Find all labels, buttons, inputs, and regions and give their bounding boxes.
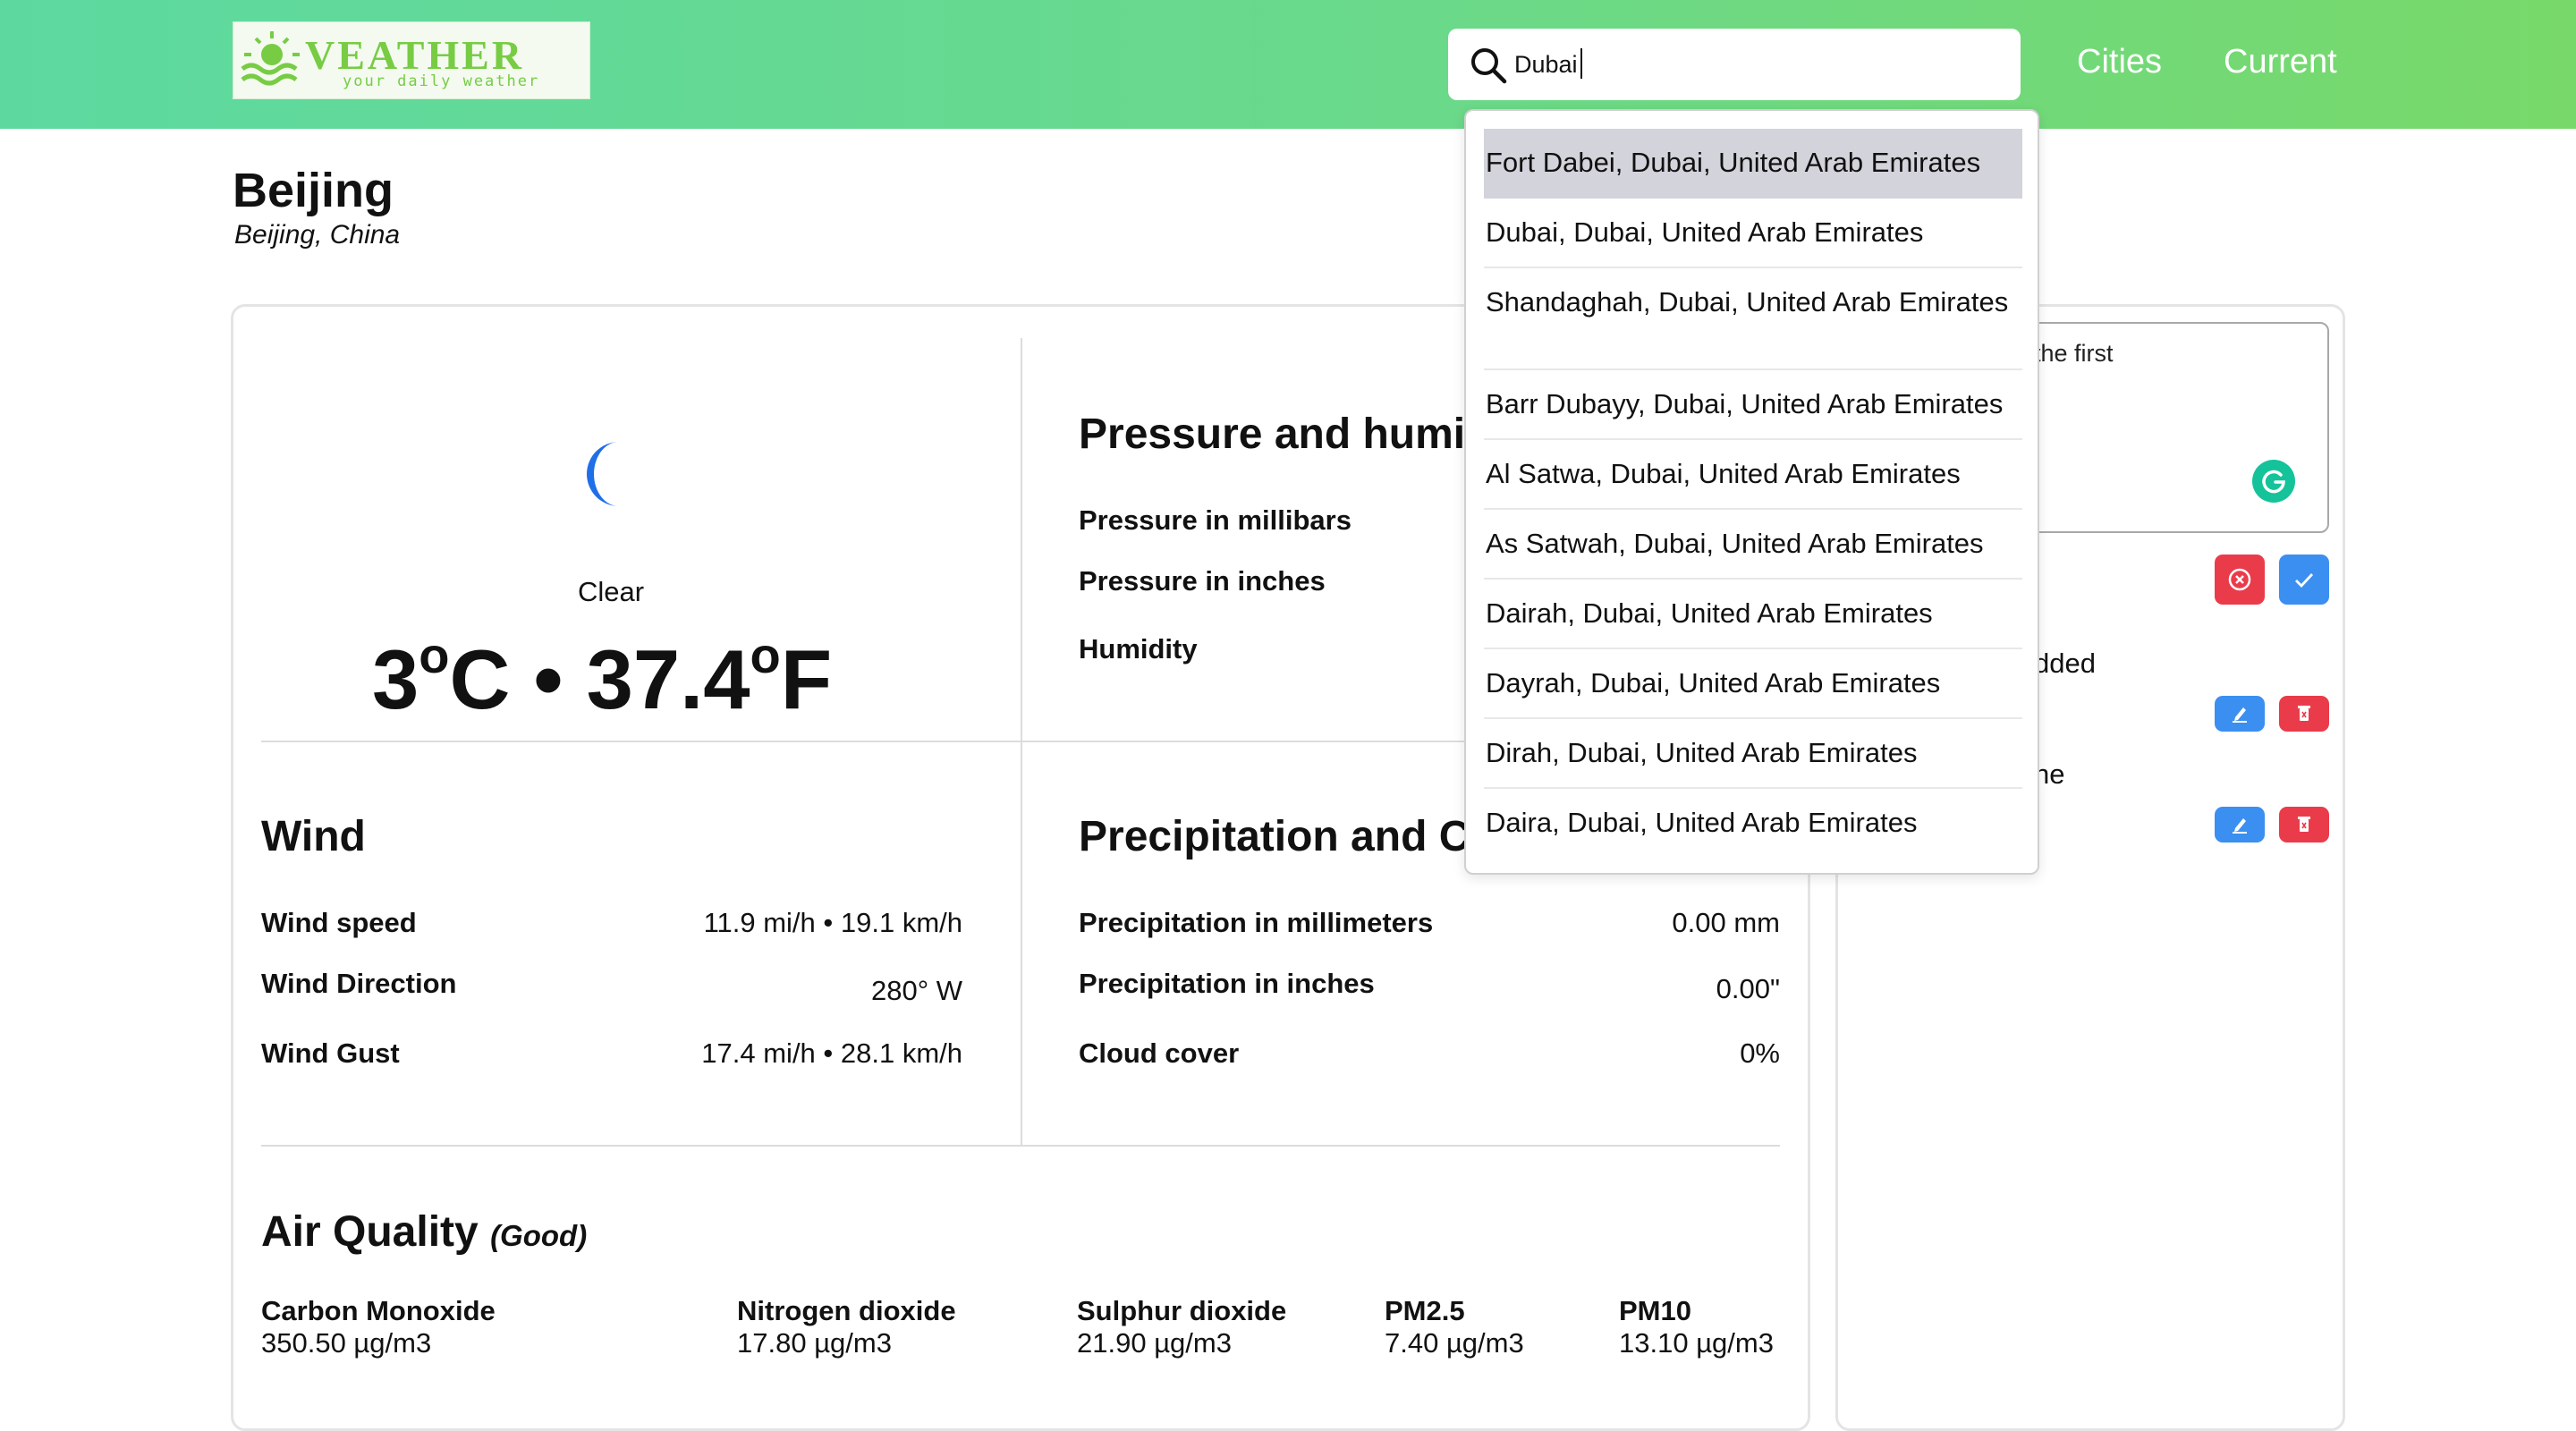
- sun-waves-icon: [241, 31, 300, 86]
- logo-tagline: your daily weather: [343, 72, 540, 90]
- aq-co-value: 350.50 µg/m3: [261, 1327, 432, 1359]
- moon-icon: [587, 442, 619, 506]
- temperature: 3oC • 37.4oF: [372, 626, 832, 728]
- suggestion-item[interactable]: Daira, Dubai, United Arab Emirates: [1484, 789, 2022, 859]
- condition-text: Clear: [577, 576, 645, 607]
- search-icon: [1471, 48, 1507, 84]
- wind-direction-label: Wind Direction: [261, 968, 457, 999]
- pressure-mb-label: Pressure in millibars: [1079, 504, 1352, 536]
- wind-direction-value: 280° W: [871, 975, 962, 1006]
- precip-in-value: 0.00": [1716, 973, 1780, 1004]
- edit-note-2-button[interactable]: [2215, 807, 2265, 843]
- search-suggestions-dropdown: Fort Dabei, Dubai, United Arab Emirates …: [1464, 109, 2039, 875]
- wind-speed-label: Wind speed: [261, 907, 417, 938]
- aq-no2-label: Nitrogen dioxide: [737, 1295, 956, 1326]
- suggestion-item[interactable]: Al Satwa, Dubai, United Arab Emirates: [1484, 440, 2022, 510]
- cancel-note-button[interactable]: [2215, 555, 2265, 605]
- aq-pm25-label: PM2.5: [1385, 1295, 1465, 1326]
- suggestion-item[interactable]: Dairah, Dubai, United Arab Emirates: [1484, 580, 2022, 649]
- cloud-cover-value: 0%: [1740, 1037, 1780, 1069]
- aq-co-label: Carbon Monoxide: [261, 1295, 496, 1326]
- cloud-cover-label: Cloud cover: [1079, 1037, 1240, 1069]
- pressure-title: Pressure and humi: [1079, 411, 1466, 458]
- humidity-label: Humidity: [1079, 633, 1198, 665]
- close-circle-icon: [2228, 568, 2251, 591]
- text-caret: [1580, 48, 1582, 79]
- grammarly-icon[interactable]: [2252, 460, 2295, 503]
- pencil-icon: [2233, 818, 2247, 834]
- pressure-in-label: Pressure in inches: [1079, 565, 1326, 597]
- app-logo[interactable]: VEATHER your daily weather: [233, 21, 590, 99]
- aq-no2-value: 17.80 µg/m3: [737, 1327, 892, 1359]
- delete-note-1-button[interactable]: [2279, 696, 2329, 732]
- note-1-text: dded: [2034, 648, 2096, 679]
- save-note-button[interactable]: [2279, 555, 2329, 605]
- suggestion-item[interactable]: As Satwah, Dubai, United Arab Emirates: [1484, 510, 2022, 580]
- temp-fahrenheit: 37.4: [586, 632, 750, 726]
- precipitation-title: Precipitation and C: [1079, 813, 1470, 860]
- precip-mm-value: 0.00 mm: [1672, 907, 1780, 938]
- nav-cities-link[interactable]: Cities: [2077, 43, 2162, 81]
- city-search[interactable]: [1448, 29, 2021, 100]
- suggestion-item[interactable]: Dirah, Dubai, United Arab Emirates: [1484, 719, 2022, 789]
- precip-mm-label: Precipitation in millimeters: [1079, 907, 1434, 938]
- wind-speed-value: 11.9 mi/h • 19.1 km/h: [703, 907, 962, 938]
- temp-separator: •: [533, 632, 564, 726]
- grammarly-g-icon: [2262, 470, 2285, 494]
- temp-celsius: 3: [372, 632, 419, 726]
- divider-horizontal-2: [261, 1145, 1780, 1147]
- note-input-text: the first: [2034, 340, 2114, 367]
- air-quality-heading: Air Quality: [261, 1208, 479, 1256]
- unit-fahrenheit: F: [780, 632, 833, 726]
- degree-mark: o: [419, 627, 450, 683]
- degree-mark: o: [750, 627, 781, 683]
- precip-in-label: Precipitation in inches: [1079, 968, 1375, 999]
- air-quality-title: Air Quality (Good): [261, 1207, 587, 1257]
- app-header: VEATHER your daily weather Cities Curren…: [0, 0, 2576, 129]
- wind-gust-value: 17.4 mi/h • 28.1 km/h: [701, 1037, 962, 1069]
- suggestion-item-active[interactable]: Fort Dabei, Dubai, United Arab Emirates: [1484, 129, 2022, 199]
- air-quality-status: (Good): [490, 1219, 588, 1252]
- city-name: Beijing: [233, 164, 394, 217]
- city-region: Beijing, China: [234, 220, 401, 250]
- check-icon: [2295, 573, 2314, 588]
- aq-pm10-value: 13.10 µg/m3: [1619, 1327, 1774, 1359]
- wind-title: Wind: [261, 813, 366, 860]
- suggestion-item[interactable]: Dayrah, Dubai, United Arab Emirates: [1484, 649, 2022, 719]
- suggestion-item[interactable]: Shandaghah, Dubai, United Arab Emirates: [1484, 268, 2022, 370]
- trash-icon: [2298, 817, 2310, 832]
- aq-so2-label: Sulphur dioxide: [1077, 1295, 1287, 1326]
- wind-gust-label: Wind Gust: [261, 1037, 400, 1069]
- pencil-icon: [2233, 707, 2247, 723]
- trash-icon: [2298, 706, 2310, 721]
- suggestion-item[interactable]: Dubai, Dubai, United Arab Emirates: [1484, 199, 2022, 268]
- nav-current-link[interactable]: Current: [2224, 43, 2337, 81]
- edit-note-1-button[interactable]: [2215, 696, 2265, 732]
- aq-so2-value: 21.90 µg/m3: [1077, 1327, 1232, 1359]
- delete-note-2-button[interactable]: [2279, 807, 2329, 843]
- aq-pm10-label: PM10: [1619, 1295, 1691, 1326]
- aq-pm25-value: 7.40 µg/m3: [1385, 1327, 1524, 1359]
- suggestion-item[interactable]: Barr Dubayy, Dubai, United Arab Emirates: [1484, 370, 2022, 440]
- search-input[interactable]: [1514, 47, 1997, 82]
- unit-celsius: C: [449, 632, 511, 726]
